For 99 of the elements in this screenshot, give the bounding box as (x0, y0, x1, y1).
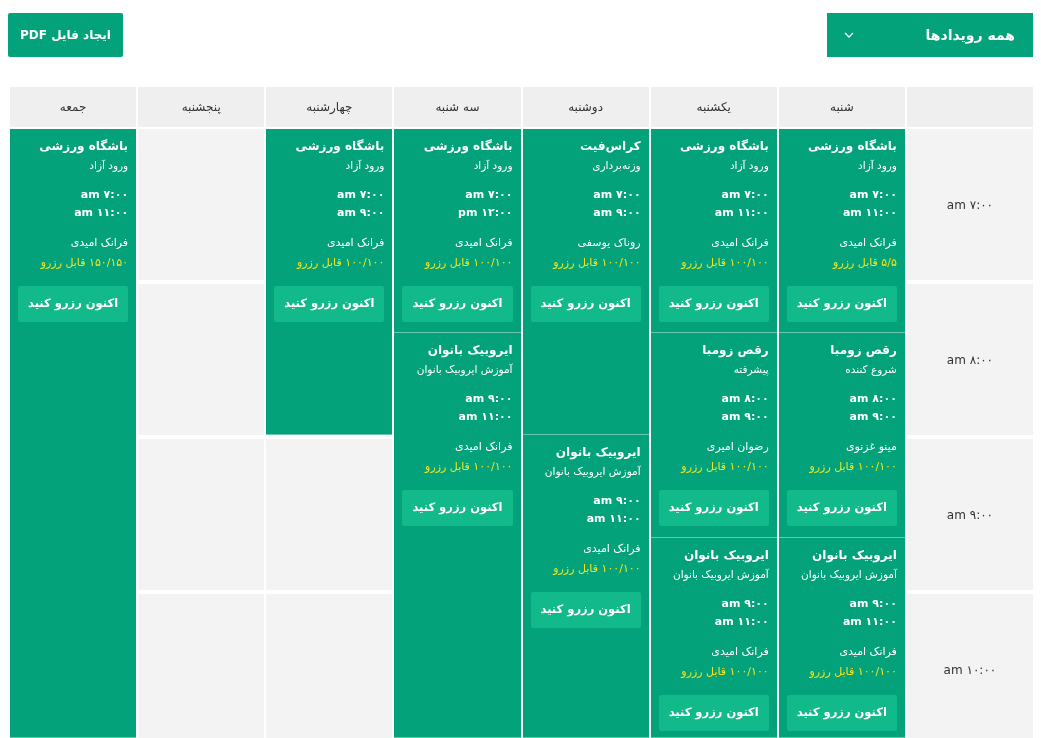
availability-text: ۱۰۰/۱۰۰ قابل رزرو (808, 459, 897, 475)
event-subtitle: شروع کننده (844, 362, 897, 378)
event-subtitle: ورود آزاد (728, 158, 769, 174)
availability-text: ۱۰۰/۱۰۰ قابل رزرو (679, 664, 769, 680)
availability-text: ۵/۵ قابل رزرو (831, 255, 897, 271)
day-header: جمعه (10, 87, 137, 127)
end-time: ۱۱:۰۰ am (841, 614, 897, 630)
start-time: ۷:۰۰ am (848, 187, 897, 203)
instructor-name: روناک یوسفی (576, 235, 641, 251)
start-time: ۷:۰۰ am (592, 187, 641, 203)
availability-text: ۱۰۰/۱۰۰ قابل رزرو (679, 459, 769, 475)
end-time: ۱۱:۰۰ am (841, 205, 897, 221)
time-label: ۸:۰۰ am (906, 284, 1033, 435)
event-title: رقص زومبا (829, 342, 897, 360)
availability-text: ۱۰۰/۱۰۰ قابل رزرو (423, 255, 513, 271)
instructor-name: فرانک امیدی (582, 541, 641, 557)
availability-text: ۱۰۰/۱۰۰ قابل رزرو (551, 255, 641, 271)
instructor-name: فرانک امیدی (454, 235, 513, 251)
availability-text: ۱۰۰/۱۰۰ قابل رزرو (423, 459, 513, 475)
filter-dropdown[interactable]: همه رویدادها (827, 13, 1033, 57)
book-now-button[interactable]: اکنون رزرو کنید (786, 286, 897, 322)
event-title: رقص زومبا (701, 342, 769, 360)
filter-label: همه رویدادها (925, 25, 1015, 46)
end-time: ۹:۰۰ am (848, 409, 897, 425)
start-time: ۹:۰۰ am (592, 493, 641, 509)
book-now-button[interactable]: اکنون رزرو کنید (274, 286, 385, 322)
book-now-button[interactable]: اکنون رزرو کنید (402, 490, 513, 526)
instructor-name: فرانک امیدی (710, 235, 769, 251)
start-time: ۸:۰۰ am (848, 391, 897, 407)
event-subtitle: آموزش ایروبیک بانوان (671, 567, 769, 583)
availability-text: ۱۰۰/۱۰۰ قابل رزرو (295, 255, 385, 271)
event-title: کراس‌فیت (579, 138, 641, 155)
start-time: ۷:۰۰ am (720, 187, 769, 203)
event-subtitle: ورود آزاد (472, 158, 513, 174)
instructor-name: فرانک امیدی (69, 235, 129, 251)
start-time: ۷:۰۰ am (464, 187, 513, 203)
chevron-down-icon (843, 31, 855, 39)
day-header: شنبه (778, 87, 905, 127)
book-now-button[interactable]: اکنون رزرو کنید (402, 286, 513, 322)
end-time: ۹:۰۰ am (336, 205, 385, 221)
event-title: باشگاه ورزشی (807, 138, 897, 156)
start-time: ۷:۰۰ am (336, 187, 385, 203)
end-time: ۱۱:۰۰ am (73, 205, 129, 221)
instructor-name: فرانک امیدی (838, 235, 897, 251)
time-label: ۱۰:۰۰ am (906, 594, 1033, 738)
day-header: یکشنبه (650, 87, 777, 127)
pdf-button[interactable]: ایجاد فایل PDF (8, 13, 123, 57)
book-now-button[interactable]: اکنون رزرو کنید (786, 695, 897, 731)
event-title: باشگاه ورزشی (294, 138, 385, 156)
day-header: چهارشنبه (266, 87, 393, 127)
instructor-name: فرانک امیدی (454, 439, 513, 455)
event-subtitle: ورود آزاد (344, 158, 385, 174)
end-time: ۹:۰۰ am (720, 409, 769, 425)
day-header: دوشنبه (522, 87, 649, 127)
event-subtitle: ورود آزاد (88, 158, 129, 174)
end-time: ۱۲:۰۰ pm (457, 205, 513, 221)
book-now-button[interactable]: اکنون رزرو کنید (658, 286, 769, 322)
event-subtitle: وزنه‌برداری (591, 158, 641, 174)
day-header: سه شنبه (394, 87, 521, 127)
day-header: پنجشنبه (138, 87, 265, 127)
event-subtitle: آموزش ایروبیک بانوان (415, 362, 513, 378)
book-now-button[interactable]: اکنون رزرو کنید (530, 592, 641, 628)
event-title: باشگاه ورزشی (38, 138, 129, 156)
availability-text: ۱۵۰/۱۵۰ قابل رزرو (39, 255, 129, 271)
end-time: ۹:۰۰ am (592, 205, 641, 221)
instructor-name: فرانک امیدی (325, 235, 385, 251)
event-title: باشگاه ورزشی (678, 138, 769, 156)
start-time: ۹:۰۰ am (464, 391, 513, 407)
availability-text: ۱۰۰/۱۰۰ قابل رزرو (808, 664, 897, 680)
event-subtitle: آموزش ایروبیک بانوان (543, 464, 641, 480)
event-subtitle: ورود آزاد (857, 158, 897, 174)
end-time: ۱۱:۰۰ am (457, 409, 513, 425)
book-now-button[interactable]: اکنون رزرو کنید (658, 695, 769, 731)
end-time: ۱۱:۰۰ am (713, 205, 769, 221)
book-now-button[interactable]: اکنون رزرو کنید (530, 286, 641, 322)
time-label: ۷:۰۰ am (906, 129, 1033, 280)
event-title: ایروبیک بانوان (426, 342, 513, 360)
availability-text: ۱۰۰/۱۰۰ قابل رزرو (551, 561, 641, 577)
event-title: ایروبیک بانوان (554, 444, 641, 462)
availability-text: ۱۰۰/۱۰۰ قابل رزرو (679, 255, 769, 271)
start-time: ۹:۰۰ am (720, 596, 769, 612)
event-title: ایروبیک بانوان (811, 547, 897, 565)
instructor-name: مینو غزنوی (845, 439, 897, 455)
start-time: ۹:۰۰ am (848, 596, 897, 612)
instructor-name: فرانک امیدی (710, 644, 769, 660)
book-now-button[interactable]: اکنون رزرو کنید (18, 286, 129, 322)
event-subtitle: آموزش ایروبیک بانوان (800, 567, 897, 583)
start-time: ۷:۰۰ am (79, 187, 129, 203)
event-title: باشگاه ورزشی (422, 138, 513, 156)
start-time: ۸:۰۰ am (720, 391, 769, 407)
event-subtitle: پیشرفته (732, 362, 769, 378)
end-time: ۱۱:۰۰ am (713, 614, 769, 630)
event-title: ایروبیک بانوان (682, 547, 769, 565)
end-time: ۱۱:۰۰ am (585, 511, 641, 527)
instructor-name: فرانک امیدی (838, 644, 897, 660)
book-now-button[interactable]: اکنون رزرو کنید (658, 490, 769, 526)
book-now-button[interactable]: اکنون رزرو کنید (786, 490, 897, 526)
time-label: ۹:۰۰ am (906, 439, 1033, 590)
instructor-name: رضوان امیری (705, 439, 769, 455)
